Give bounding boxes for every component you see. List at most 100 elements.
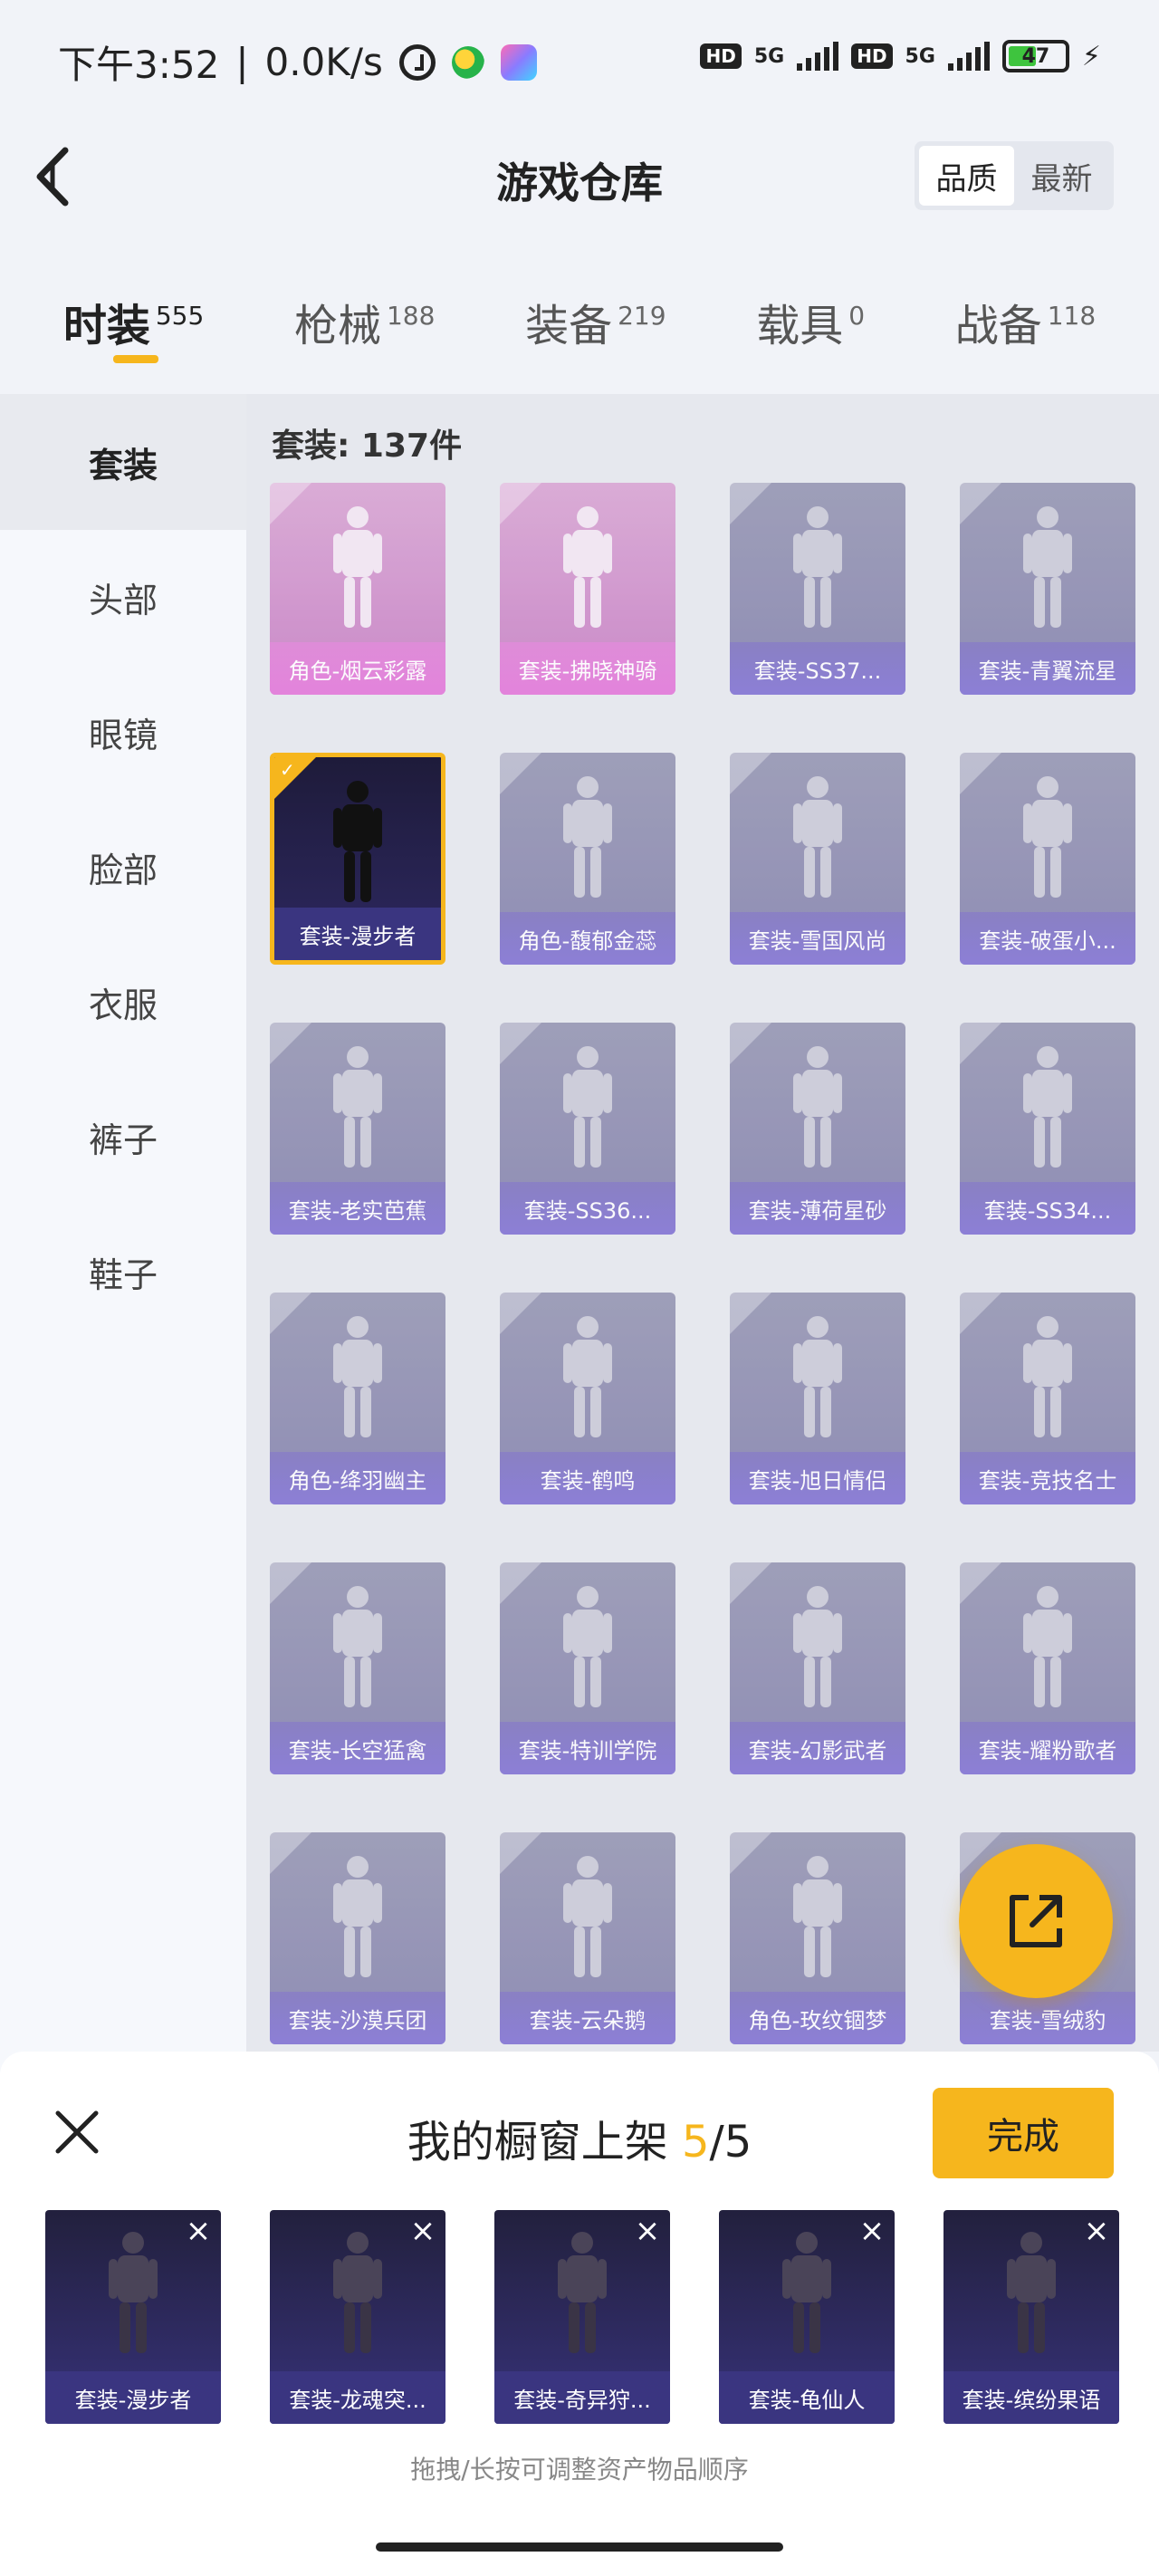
- status-speed: 0.0K/s: [264, 40, 383, 84]
- outfit-image: [793, 1856, 842, 1977]
- shelf-item-name: 套装-龙魂突...: [270, 2371, 445, 2424]
- outfit-image: [333, 2232, 382, 2353]
- item-card[interactable]: 套装-SS34...: [960, 1023, 1135, 1235]
- sidebar-item-glasses[interactable]: 眼镜: [0, 665, 246, 800]
- item-card[interactable]: 套装-幻影武者: [730, 1562, 905, 1774]
- outfit-image: [558, 2232, 607, 2353]
- item-card[interactable]: 套装-拂晓神骑: [500, 483, 675, 695]
- active-tab-indicator: [112, 355, 158, 363]
- item-name: 套装-破蛋小...: [960, 912, 1135, 965]
- item-card[interactable]: 角色-玫纹锢梦: [730, 1832, 905, 2044]
- shelf-item[interactable]: × 套装-漫步者: [45, 2210, 221, 2424]
- remove-icon[interactable]: ×: [407, 2216, 438, 2248]
- item-card[interactable]: 套装-薄荷星砂: [730, 1023, 905, 1235]
- item-card[interactable]: ✓ 套装-漫步者: [270, 753, 445, 965]
- sidebar-item-suits[interactable]: 套装: [0, 394, 246, 530]
- outfit-image: [1023, 1046, 1072, 1168]
- item-card[interactable]: 套装-鹤鸣: [500, 1293, 675, 1504]
- status-time: 下午3:52: [58, 43, 220, 87]
- item-name: 套装-耀粉歌者: [960, 1722, 1135, 1774]
- sidebar-item-head[interactable]: 头部: [0, 530, 246, 665]
- item-card[interactable]: 套装-破蛋小...: [960, 753, 1135, 965]
- tab-vehicles[interactable]: 载具 0: [756, 272, 865, 362]
- check-corner: [960, 1023, 1001, 1064]
- item-name: 角色-绛羽幽主: [270, 1452, 445, 1504]
- remove-icon[interactable]: ×: [183, 2216, 214, 2248]
- status-right: HD 5G HD 5G 47 ⚡: [700, 40, 1101, 72]
- network-type: 5G: [753, 44, 785, 68]
- item-card[interactable]: 套装-老实芭蕉: [270, 1023, 445, 1235]
- share-fab[interactable]: [959, 1844, 1113, 1998]
- sort-toggle: 品质 最新: [915, 141, 1114, 210]
- outfit-image: [782, 2232, 831, 2353]
- status-left: 下午3:52 | 0.0K/s: [58, 34, 537, 90]
- outfit-image: [793, 506, 842, 628]
- game-app-icon: [500, 43, 537, 81]
- item-card[interactable]: 套装-长空猛禽: [270, 1562, 445, 1774]
- item-name: 套装-SS34...: [960, 1182, 1135, 1235]
- tab-guns[interactable]: 枪械 188: [294, 272, 435, 362]
- home-indicator[interactable]: [376, 2542, 783, 2552]
- item-card[interactable]: 套装-耀粉歌者: [960, 1562, 1135, 1774]
- tab-count: 188: [386, 301, 436, 331]
- status-divider: |: [235, 40, 249, 84]
- item-card[interactable]: 套装-雪国风尚: [730, 753, 905, 965]
- item-grid: 角色-烟云彩露 套装-拂晓神骑 套装-SS37... 套装-青翼流星 ✓ 套装-漫步者 角色…: [270, 483, 1135, 2044]
- outfit-image: [333, 1586, 382, 1707]
- shelf-item-name: 套装-漫步者: [45, 2371, 221, 2424]
- outfit-image: [333, 506, 382, 628]
- sidebar-item-pants[interactable]: 裤子: [0, 1070, 246, 1205]
- shelf-count-current: 5: [682, 2117, 710, 2167]
- item-card[interactable]: 套装-青翼流星: [960, 483, 1135, 695]
- tab-supplies[interactable]: 战备 118: [955, 272, 1096, 362]
- tab-equipment[interactable]: 装备 219: [525, 272, 666, 362]
- item-card[interactable]: 套装-竞技名士: [960, 1293, 1135, 1504]
- check-corner: [500, 483, 541, 524]
- sidebar-item-clothes[interactable]: 衣服: [0, 935, 246, 1070]
- outfit-image: [333, 1856, 382, 1977]
- item-name: 套装-旭日情侣: [730, 1452, 905, 1504]
- shelf-item[interactable]: × 套装-龙魂突...: [270, 2210, 445, 2424]
- remove-icon[interactable]: ×: [1081, 2216, 1112, 2248]
- item-card[interactable]: 套装-SS36...: [500, 1023, 675, 1235]
- outfit-image: [793, 1046, 842, 1168]
- shelf-item[interactable]: × 套装-奇异狩...: [494, 2210, 670, 2424]
- remove-icon[interactable]: ×: [632, 2216, 663, 2248]
- tab-fashion[interactable]: 时装 555: [63, 272, 204, 363]
- sidebar-item-face[interactable]: 脸部: [0, 800, 246, 935]
- item-name: 套装-青翼流星: [960, 642, 1135, 695]
- remove-icon[interactable]: ×: [857, 2216, 887, 2248]
- item-card[interactable]: 角色-烟云彩露: [270, 483, 445, 695]
- item-card[interactable]: 套装-旭日情侣: [730, 1293, 905, 1504]
- item-grid-panel: 套装: 137件 角色-烟云彩露 套装-拂晓神骑 套装-SS37... 套装-青翼流星…: [246, 394, 1159, 2052]
- item-name: 套装-竞技名士: [960, 1452, 1135, 1504]
- done-button[interactable]: 完成: [933, 2088, 1114, 2178]
- showcase-panel: 我的橱窗上架 5/5 完成 × 套装-漫步者 × 套装-龙魂突... × 套装-奇异狩..…: [0, 2052, 1159, 2576]
- hd-badge-2: HD: [851, 43, 893, 69]
- shelf-item-name: 套装-缤纷果语: [943, 2371, 1119, 2424]
- item-name: 套装-拂晓神骑: [500, 642, 675, 695]
- check-corner: [730, 1562, 771, 1604]
- shelf-item[interactable]: × 套装-缤纷果语: [943, 2210, 1119, 2424]
- sort-quality-button[interactable]: 品质: [919, 146, 1014, 206]
- outfit-image: [563, 1316, 612, 1437]
- sidebar-item-shoes[interactable]: 鞋子: [0, 1205, 246, 1340]
- item-card[interactable]: 套装-特训学院: [500, 1562, 675, 1774]
- item-name: 套装-漫步者: [274, 908, 441, 960]
- check-corner: [730, 483, 771, 524]
- item-name: 套装-云朵鹅: [500, 1992, 675, 2044]
- item-card[interactable]: 角色-馥郁金蕊: [500, 753, 675, 965]
- outfit-image: [333, 1316, 382, 1437]
- item-card[interactable]: 套装-SS37...: [730, 483, 905, 695]
- item-card[interactable]: 套装-沙漠兵团: [270, 1832, 445, 2044]
- header: 游戏仓库 品质 最新: [0, 127, 1159, 226]
- item-name: 套装-SS36...: [500, 1182, 675, 1235]
- check-corner: [270, 1832, 311, 1874]
- outfit-image: [1023, 776, 1072, 898]
- item-card[interactable]: 角色-绛羽幽主: [270, 1293, 445, 1504]
- sort-newest-button[interactable]: 最新: [1014, 146, 1109, 206]
- item-name: 套装-鹤鸣: [500, 1452, 675, 1504]
- item-card[interactable]: 套装-云朵鹅: [500, 1832, 675, 2044]
- shelf-item[interactable]: × 套装-龟仙人: [719, 2210, 895, 2424]
- item-count-label: 套装: 137件: [272, 428, 463, 465]
